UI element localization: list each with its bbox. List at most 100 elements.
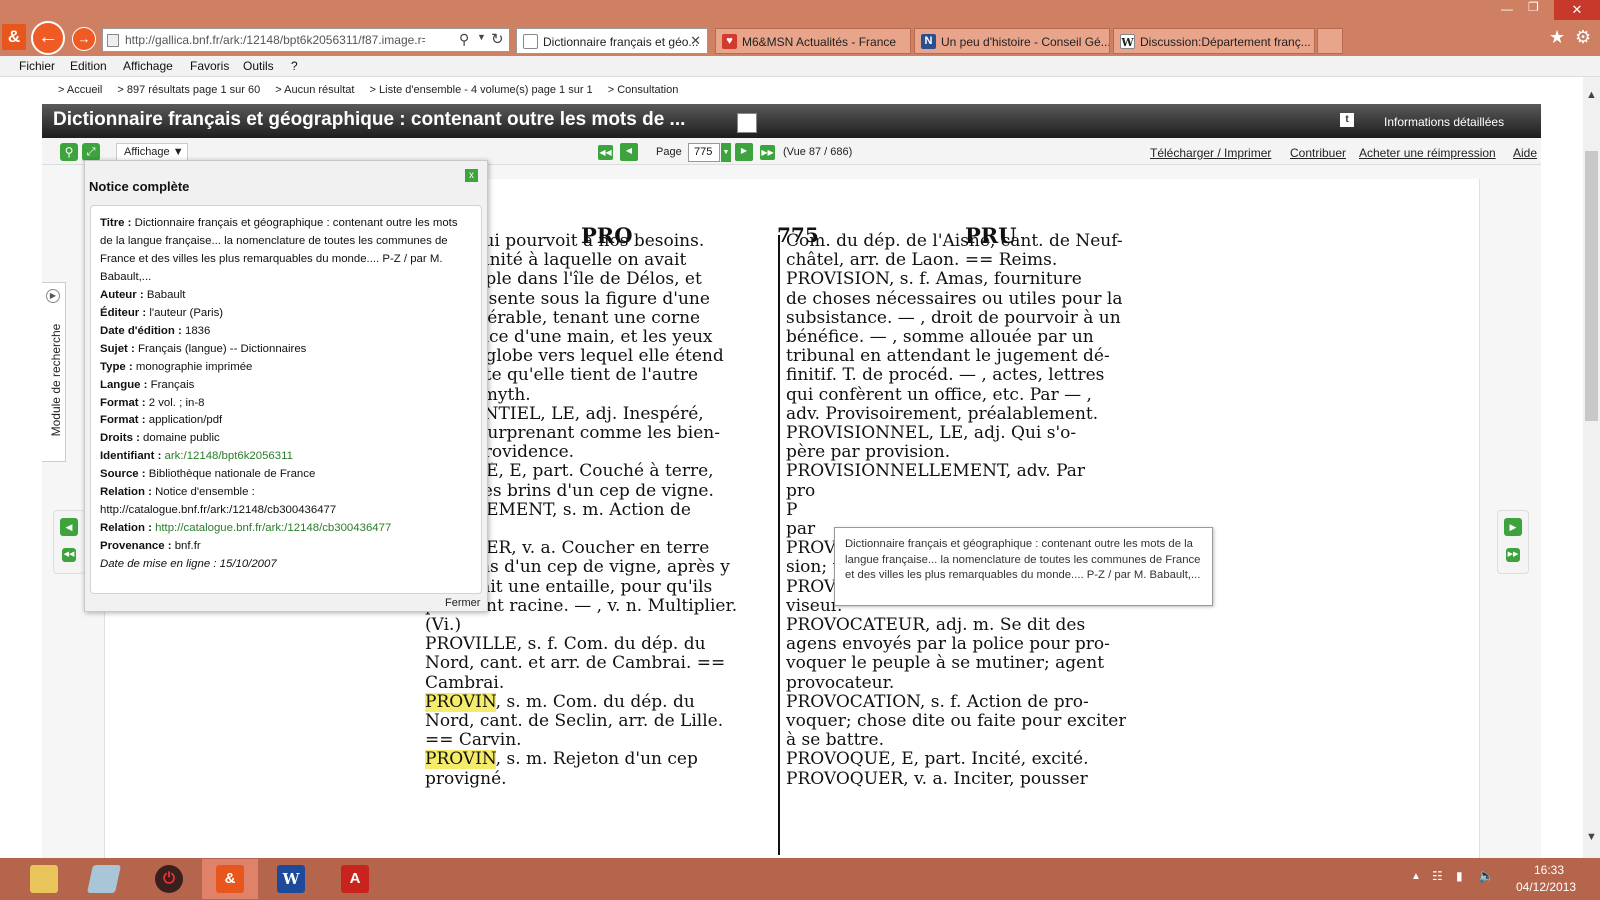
first-page-icon[interactable]: ◀◀ [598,145,613,160]
telecharger-imprimer-link[interactable]: Télécharger / Imprimer [1150,146,1271,160]
menu-help[interactable]: ? [291,59,298,73]
network-icon[interactable]: ☷ [1432,869,1443,883]
tab-wikipedia[interactable]: W Discussion:Département franç... [1113,28,1315,54]
menu-fichier[interactable]: Fichier [19,59,55,73]
scan-left-line: (Vi.) [425,616,462,636]
search-icon[interactable]: ⚲ [60,143,78,161]
chevron-down-icon[interactable]: ▼ [1586,831,1597,843]
clock-time[interactable]: 16:33 [1534,863,1564,877]
fermer-link[interactable]: Fermer [445,597,480,609]
taskbar-power[interactable]: ⏻ [141,859,197,899]
signal-icon[interactable]: ▮ [1456,869,1463,883]
clock-date[interactable]: 04/12/2013 [1516,880,1576,894]
menu-affichage[interactable]: Affichage [123,59,173,73]
menu-edition[interactable]: Edition [70,59,107,73]
tooltip: Dictionnaire français et géographique : … [834,527,1213,606]
breadcrumb-accueil[interactable]: > Accueil [58,84,102,96]
scan-right-line: PROVISIONNEL, LE, adj. Qui s'o- [786,424,1077,444]
last-page-icon[interactable]: ▶▶ [1506,548,1520,562]
chevron-down-icon[interactable]: ▼ [477,32,486,42]
document-icon[interactable] [737,113,757,133]
taskbar-explorer[interactable] [16,859,72,899]
restore-icon[interactable]: ❐ [1528,0,1539,14]
scan-right-line: PROVOQUÉ, E, part. Incité, excité. [786,750,1089,770]
scan-right-line: Com. du dép. de l'Aisne, cant. de Neuf- [786,232,1123,251]
m6msn-icon: ♥ [722,34,737,49]
taskbar-browser[interactable]: & [202,859,258,899]
acheter-reimpression-link[interactable]: Acheter une réimpression [1359,146,1496,160]
menu-favoris[interactable]: Favoris [190,59,229,73]
tab-m6msn[interactable]: ♥ M6&MSN Actualités - France [715,28,911,54]
chevron-up-icon[interactable]: ▲ [1586,89,1597,101]
tab-dictionnaire[interactable]: Dictionnaire français et géo... ✕ [516,28,708,54]
gear-icon[interactable]: ⚙ [1575,27,1591,48]
notice-identifiant: Identifiant : ark:/12148/bpt6k2056311 [100,450,293,463]
last-page-icon[interactable]: ▶▶ [760,145,775,160]
scan-right-line: adv. Provisoirement, préalablement. [786,404,1099,424]
window-close-button[interactable]: ✕ [1554,0,1600,20]
breadcrumb-consultation[interactable]: > Consultation [608,84,679,96]
address-input[interactable]: http://gallica.bnf.fr/ark:/12148/bpt6k20… [125,33,425,47]
back-button[interactable]: ← [31,21,65,55]
page-number-input[interactable]: 775 [688,143,720,162]
menu-outils[interactable]: Outils [243,59,274,73]
contribuer-link[interactable]: Contribuer [1290,146,1346,160]
first-page-icon[interactable]: ◀◀ [62,548,76,562]
search-icon[interactable]: ⚲ [459,31,473,48]
taskbar-word[interactable]: W [263,859,319,899]
breadcrumb-resultats[interactable]: > 897 résultats page 1 sur 60 [117,84,260,96]
reload-icon[interactable]: ↻ [491,30,504,48]
star-icon[interactable]: ★ [1549,27,1565,48]
scan-left-line: PROVIN, s. m. Rejeton d'un cep [425,750,698,770]
scan-right-line: père par provision. [786,443,951,463]
previous-page-icon[interactable]: ◀ [620,143,638,161]
browser-logo-icon[interactable]: & [2,24,26,50]
breadcrumb-aucun-resultat[interactable]: > Aucun résultat [275,84,354,96]
menu-bar: Fichier Edition Affichage Favoris Outils… [0,56,1600,77]
next-page-icon[interactable]: ▶ [735,143,753,161]
close-icon[interactable]: x [465,169,478,182]
chevron-up-icon[interactable]: ▲ [1411,871,1421,882]
informations-detaillees-link[interactable]: Informations détaillées [1384,115,1504,129]
minimize-icon[interactable]: — [1501,2,1513,16]
notice-complete-panel: Notice complète x Titre : Dictionnaire f… [84,160,488,612]
notice-title: Notice complète [89,179,190,194]
forward-button[interactable]: → [72,27,96,51]
tab-histoire[interactable]: N Un peu d'histoire - Conseil Gé... [914,28,1110,54]
scan-left-line: Nord, cant. de Seclin, arr. de Lille. [425,712,724,732]
relation-link[interactable]: http://catalogue.bnf.fr/ark:/12148/cb300… [155,522,391,534]
scan-right-line: châtel, arr. de Laon. == Reims. [786,251,1058,271]
aide-link[interactable]: Aide [1513,146,1537,160]
new-tab-button[interactable] [1317,28,1343,54]
power-icon: ⏻ [155,865,183,893]
notice-relation-link: Relation : http://catalogue.bnf.fr/ark:/… [100,522,392,535]
scrollbar-thumb[interactable] [1585,151,1598,421]
share-icon[interactable]: t [1340,113,1354,127]
scan-column-right: Com. du dép. de l'Aisne, cant. de Neuf-c… [786,232,1126,789]
notice-titre: Titre : Dictionnaire français et géograp… [100,217,458,283]
affichage-dropdown[interactable]: Affichage ▼ [116,143,188,161]
chevron-down-icon[interactable]: ▼ [721,143,731,162]
identifiant-link[interactable]: ark:/12148/bpt6k2056311 [165,450,293,462]
taskbar-pdf[interactable]: A [327,859,383,899]
fullscreen-icon[interactable]: ⤢ [82,143,100,161]
module-recherche-tab[interactable]: ▶ Module de recherche [42,282,66,462]
scan-left-line: provigné. [425,769,507,789]
page-scrollbar[interactable]: ▲ ▼ [1583,77,1600,858]
notepad-icon [87,865,121,893]
address-bar[interactable]: http://gallica.bnf.fr/ark:/12148/bpt6k20… [102,28,510,52]
volume-icon[interactable]: 🔈 [1478,868,1494,884]
expand-icon[interactable]: ▶ [46,289,60,303]
column-divider [778,235,780,855]
previous-page-icon[interactable]: ◀ [60,518,78,536]
browser-titlebar: & ← → http://gallica.bnf.fr/ark:/12148/b… [0,0,1600,56]
scan-right-line: pro [786,481,816,501]
close-icon[interactable]: ✕ [690,33,701,49]
taskbar-notepad[interactable] [76,859,132,899]
breadcrumb-liste-ensemble[interactable]: > Liste d'ensemble - 4 volume(s) page 1 … [370,84,593,96]
scan-right-line: qui confèrent un office, etc. Par — , [786,385,1092,405]
tab-label: Dictionnaire français et géo... [543,35,699,49]
tab-label: M6&MSN Actualités - France [742,35,897,49]
next-page-icon[interactable]: ▶ [1504,518,1522,536]
scan-right-line: PROVOCATEUR, adj. m. Se dit des [786,616,1086,636]
